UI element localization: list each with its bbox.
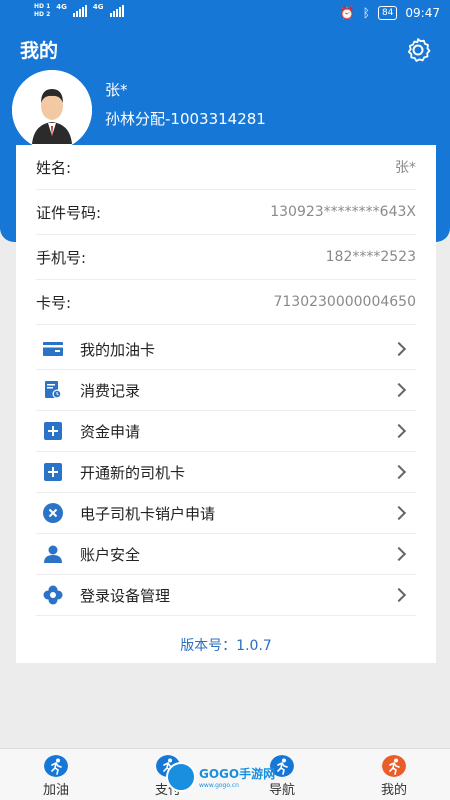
tab-mine[interactable]: 我的: [364, 755, 424, 798]
avatar[interactable]: [12, 70, 92, 150]
user-icon: [43, 544, 63, 564]
watermark-text: GOGO手游网 www.gogo.cn: [199, 765, 275, 789]
status-right: ⏰ ᛒ 84 09:47: [340, 6, 440, 20]
chevron-right-icon: [391, 382, 407, 398]
menu-item-device-management[interactable]: 登录设备管理: [36, 575, 416, 616]
info-label: 卡号:: [36, 293, 72, 312]
watermark-logo: GOGO手游网 www.gogo.cn: [166, 762, 275, 792]
menu-item-label: 账户安全: [80, 545, 141, 564]
watermark-url: www.gogo.cn: [199, 782, 239, 789]
menu-item-label: 开通新的司机卡: [80, 463, 186, 482]
hd1-label: HD 1: [34, 3, 51, 10]
tab-label: 我的: [380, 783, 407, 798]
signal-strength-icon: [72, 5, 87, 17]
menu-item-cancel-driver-card[interactable]: 电子司机卡销户申请: [36, 493, 416, 534]
info-label: 证件号码:: [36, 203, 102, 222]
info-value: 182****2523: [325, 249, 416, 265]
clock: 09:47: [405, 6, 440, 20]
info-value: 7130230000004650: [273, 294, 416, 310]
info-row-id: 证件号码: 130923********643X: [36, 190, 416, 235]
info-row-name: 姓名: 张*: [36, 145, 416, 190]
chevron-right-icon: [391, 587, 407, 603]
menu-item-label: 消费记录: [80, 381, 141, 400]
person-avatar-icon: [12, 70, 92, 150]
chevron-right-icon: [391, 341, 407, 357]
info-value: 130923********643X: [270, 204, 416, 220]
receipt-icon: [43, 380, 63, 400]
menu-item-new-driver-card[interactable]: 开通新的司机卡: [36, 452, 416, 493]
hd2-label: HD 2: [34, 11, 51, 18]
chevron-right-icon: [391, 546, 407, 562]
watermark-brand: GOGO手游网: [199, 767, 276, 781]
version-label: 版本号：1.0.7: [180, 638, 272, 654]
runner-icon: [44, 755, 68, 777]
network-label-1: 4G: [56, 3, 67, 11]
chevron-right-icon: [391, 464, 407, 480]
info-row-card: 卡号: 7130230000004650: [36, 280, 416, 325]
page-title: 我的: [20, 40, 59, 62]
alarm-icon: ⏰: [339, 6, 355, 20]
network-label-2: 4G: [92, 3, 104, 11]
menu-item-label: 登录设备管理: [80, 586, 171, 605]
card-icon: [43, 339, 63, 359]
plus-icon: [43, 421, 63, 441]
bluetooth-icon: ᛒ: [362, 6, 370, 20]
info-label: 手机号:: [36, 248, 87, 267]
tab-fuel[interactable]: 加油: [26, 755, 86, 798]
status-bar: HD 1 HD 2 4G 4G ⏰ ᛒ 84 09:47: [0, 0, 450, 28]
info-value: 张*: [395, 160, 416, 176]
menu-item-my-fuel-card[interactable]: 我的加油卡: [36, 329, 416, 370]
profile-card: 姓名: 张* 证件号码: 130923********643X 手机号: 182…: [16, 145, 436, 663]
watermark-badge-icon: [166, 762, 196, 792]
menu-item-account-security[interactable]: 账户安全: [36, 534, 416, 575]
info-label: 姓名:: [36, 158, 72, 177]
menu-item-label: 电子司机卡销户申请: [80, 504, 216, 523]
menu-item-consumption-record[interactable]: 消费记录: [36, 370, 416, 411]
flower-icon: [43, 585, 63, 605]
menu-item-label: 我的加油卡: [80, 340, 156, 359]
close-circle-icon: [43, 503, 63, 523]
battery-icon: 84: [377, 6, 398, 20]
hd-labels: HD 1 HD 2: [34, 3, 50, 19]
chevron-right-icon: [391, 423, 407, 439]
signal-strength-icon-2: [109, 5, 124, 17]
plus-icon: [43, 462, 63, 482]
runner-icon: [382, 755, 406, 777]
menu-item-label: 资金申请: [80, 422, 141, 441]
tab-label: 加油: [42, 783, 69, 798]
info-row-phone: 手机号: 182****2523: [36, 235, 416, 280]
user-name: 张*: [105, 81, 128, 99]
user-account: 孙林分配-1003314281: [105, 110, 266, 128]
chevron-right-icon: [391, 505, 407, 521]
menu-item-fund-application[interactable]: 资金申请: [36, 411, 416, 452]
signal-group: HD 1 HD 2 4G 4G: [34, 3, 124, 19]
gear-icon[interactable]: [404, 36, 432, 64]
